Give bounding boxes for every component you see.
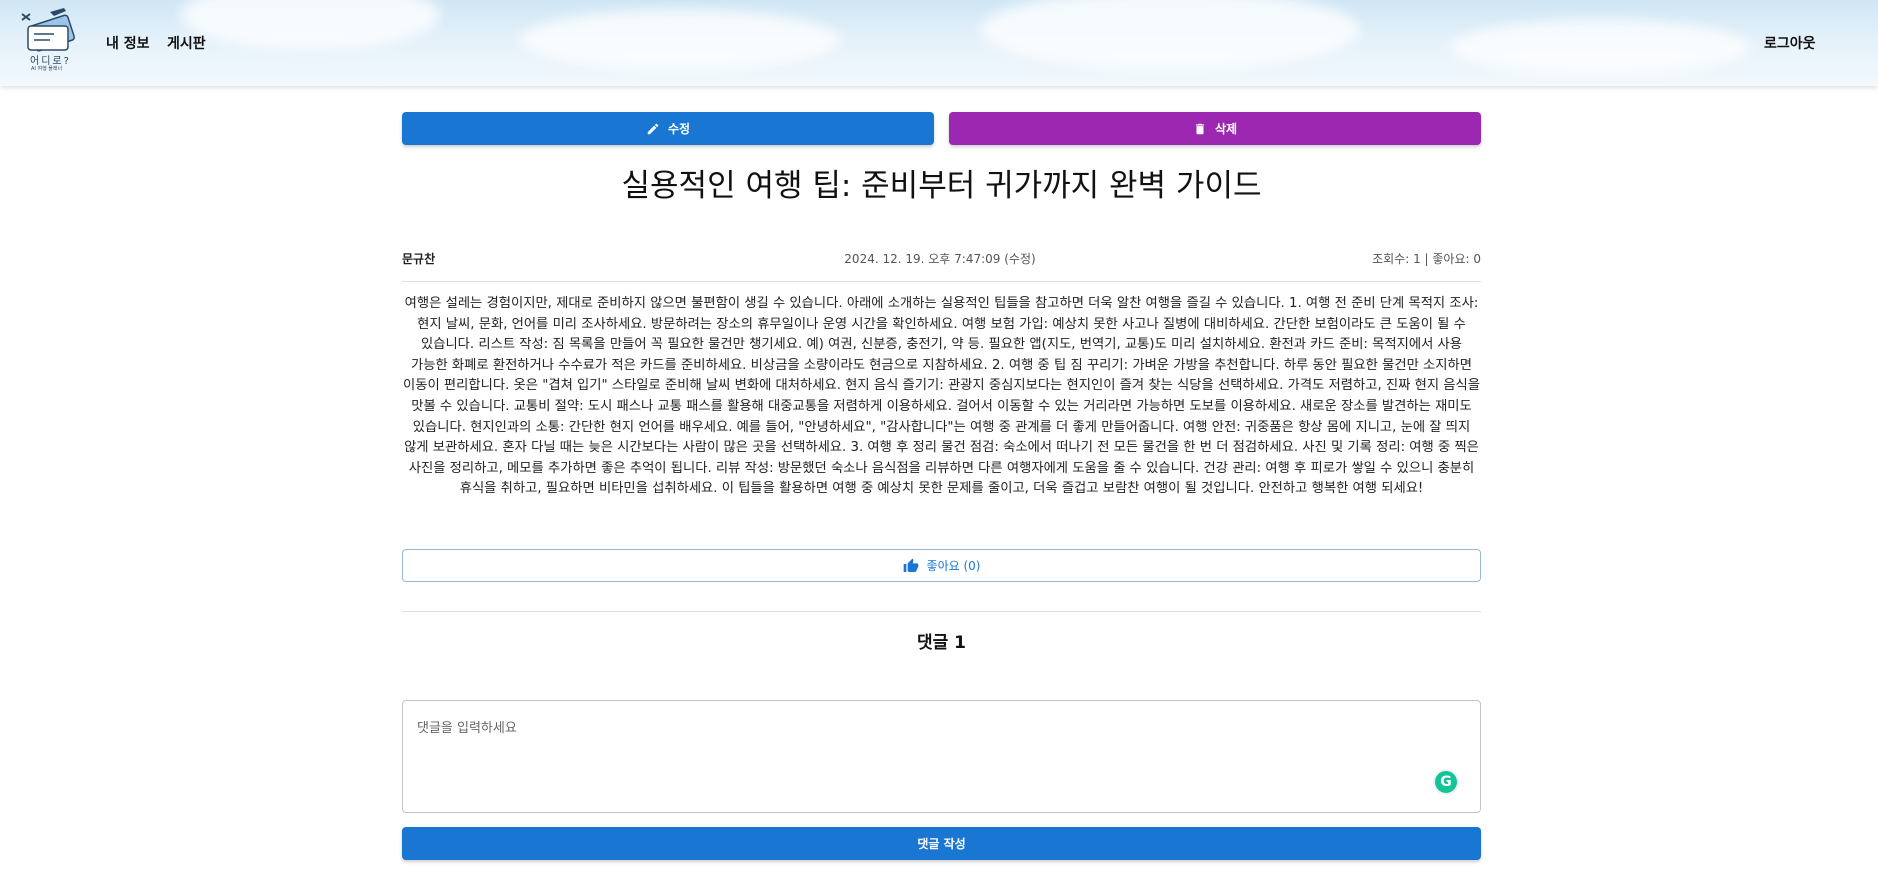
thumb-up-icon (903, 558, 918, 572)
edit-button-label: 수정 (667, 122, 691, 136)
delete-button[interactable]: 삭제 (949, 112, 1481, 145)
delete-button-label: 삭제 (1214, 122, 1238, 136)
comment-submit-button[interactable]: 댓글 작성 (402, 827, 1481, 860)
post-content: 여행은 설레는 경험이지만, 제대로 준비하지 않으면 불편함이 생길 수 있습… (402, 296, 1480, 497)
nav-my-info[interactable]: 내 정보 (106, 33, 150, 53)
comments-divider (402, 611, 1481, 612)
post-stats: 조회수: 1 | 좋아요: 0 (1372, 252, 1481, 266)
post-title: 실용적인 여행 팁: 준비부터 귀가까지 완벽 가이드 (621, 168, 1262, 204)
logo-subtitle: AI 여행 플래너 (31, 66, 63, 72)
comments-title: 댓글 1 (916, 633, 967, 653)
header-cloud (180, 0, 440, 50)
nav-board[interactable]: 게시판 (167, 33, 206, 53)
header-cloud (980, 0, 1360, 70)
header-cloud (520, 10, 840, 70)
pencil-icon (647, 123, 659, 134)
edit-button[interactable]: 수정 (402, 112, 934, 145)
logout-button[interactable]: 로그아웃 (1764, 33, 1816, 53)
like-button-label: 좋아요 (0) (926, 559, 981, 573)
header-cloud (1450, 20, 1750, 75)
meta-divider (402, 281, 1481, 282)
post-datetime: 2024. 12. 19. 오후 7:47:09 (수정) (844, 252, 1036, 266)
grammarly-icon[interactable]: G (1433, 769, 1459, 795)
top-header: 어디로? AI 여행 플래너 내 정보 게시판 로그아웃 (0, 0, 1878, 86)
trash-icon (1195, 123, 1205, 134)
comment-input-box: G (402, 700, 1481, 813)
post-author: 문규찬 (402, 252, 436, 266)
like-button[interactable]: 좋아요 (0) (402, 549, 1481, 582)
plane-ticket-icon (21, 8, 76, 52)
comment-input[interactable] (415, 715, 1459, 799)
